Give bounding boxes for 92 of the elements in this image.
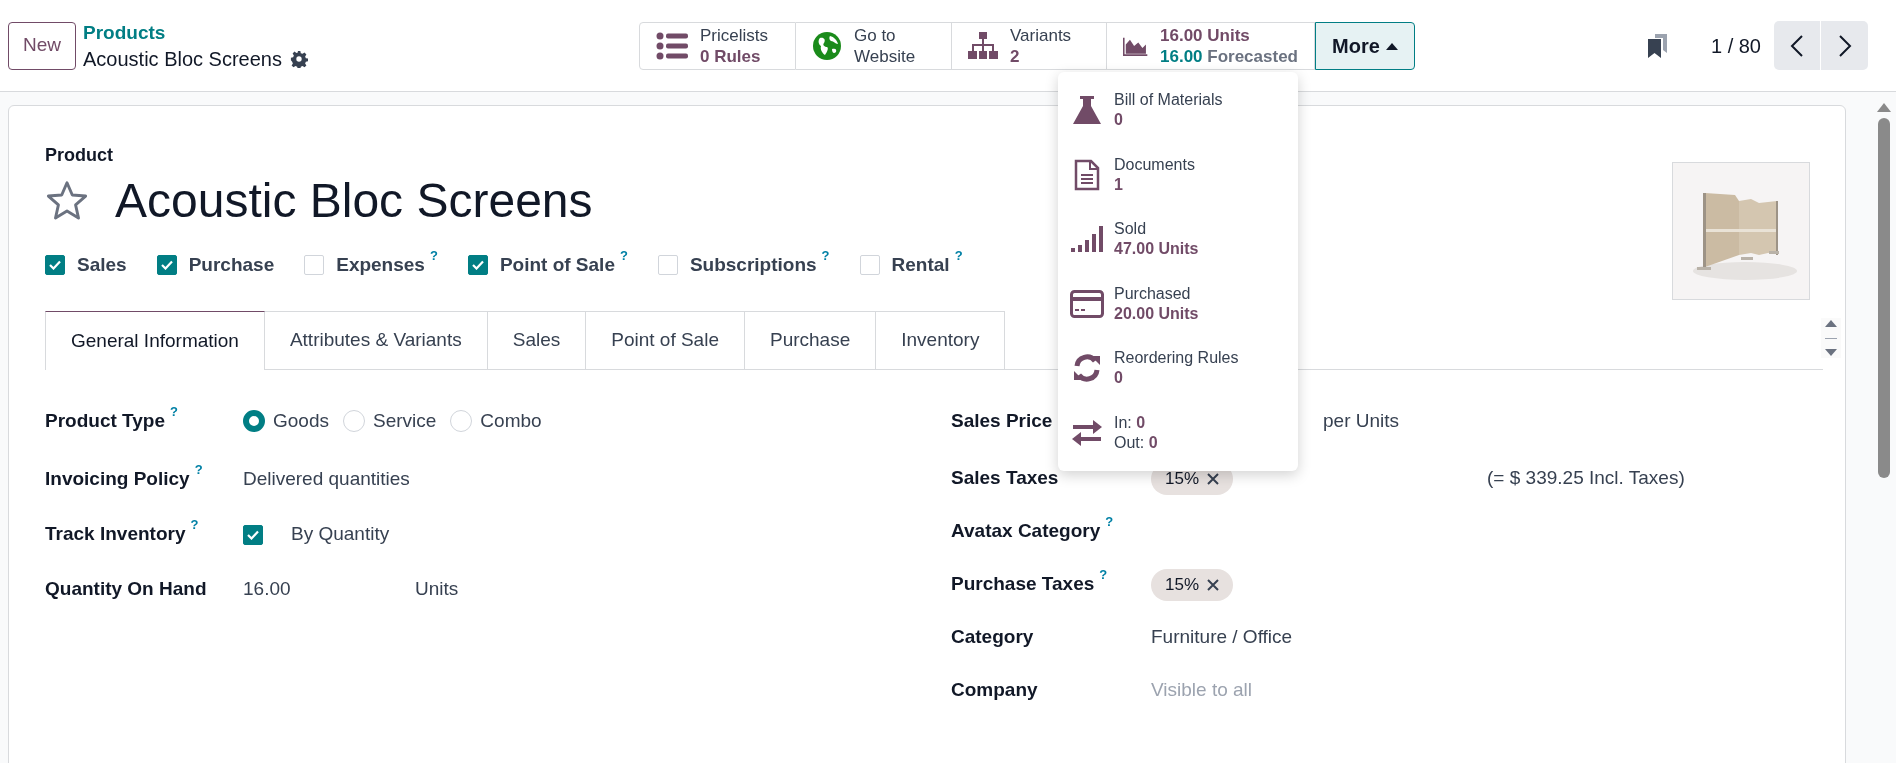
help-icon[interactable]: ? [170, 404, 178, 418]
record-title: Acoustic Bloc Screens [83, 46, 282, 72]
checkbox-label[interactable]: Sales [77, 251, 127, 280]
tab[interactable]: Purchase [745, 311, 877, 369]
previous-button[interactable] [1774, 21, 1821, 70]
checkmark-icon [471, 260, 484, 271]
signal-bars-icon [1071, 225, 1103, 254]
menu-item[interactable]: Bill of Materials 0 [1058, 78, 1298, 143]
checkbox[interactable] [45, 255, 65, 276]
pager-counter: 1 / 80 [1710, 33, 1761, 59]
bookmark-icon [1646, 32, 1669, 59]
more-button[interactable]: More [1315, 21, 1415, 70]
caret-icon [1385, 41, 1398, 50]
tax-note: (= $ 339.25 Incl. Taxes) [1487, 466, 1685, 491]
remove-icon[interactable] [1207, 578, 1220, 591]
checkbox-label[interactable]: Expenses [336, 251, 425, 280]
field-label: Invoicing Policy [45, 467, 190, 492]
help-icon[interactable]: ? [1105, 515, 1114, 529]
tab-scroller[interactable] [1821, 318, 1841, 358]
next-button[interactable] [1821, 21, 1868, 70]
refresh-icon [1072, 353, 1102, 384]
field-label: Avatax Category [951, 519, 1101, 544]
new-button[interactable]: New [8, 21, 76, 70]
field-label: Product [45, 144, 114, 167]
input-field[interactable]: 16.00 [243, 575, 403, 604]
menu-item[interactable]: Reordering Rules 0 [1058, 336, 1298, 401]
scroll-up-icon [1877, 102, 1891, 112]
field-label: Company [951, 678, 1038, 703]
checkbox-label[interactable]: By Quantity [291, 520, 390, 549]
help-icon[interactable]: ? [619, 249, 628, 262]
list-icon [656, 31, 688, 60]
radio-label[interactable]: Goods [273, 406, 329, 436]
scroll-up-icon[interactable] [1824, 318, 1838, 328]
field-label: Category [951, 625, 1034, 650]
star-icon[interactable] [45, 180, 89, 222]
tab[interactable]: Inventory [876, 311, 1006, 369]
checkmark-icon [49, 260, 61, 271]
tab[interactable]: General Information [45, 311, 265, 370]
field-label: Quantity On Hand [45, 577, 207, 602]
help-icon[interactable]: ? [194, 463, 203, 477]
radio-label[interactable]: Combo [480, 406, 542, 436]
field-value[interactable]: Furniture / Office [1151, 623, 1293, 652]
checkbox-label[interactable]: Rental [891, 251, 950, 280]
stat-button[interactable]: Go to Website [796, 21, 952, 70]
field-label: Sales Price [951, 408, 1053, 433]
chevron-right-icon [1837, 34, 1852, 57]
tab[interactable]: Sales [487, 311, 587, 369]
chevron-left-icon [1790, 34, 1804, 57]
settings-icon [290, 49, 308, 68]
field-label: Purchase Taxes [951, 572, 1095, 597]
field-value[interactable]: Delivered quantities [243, 465, 410, 494]
field-label: Track Inventory [45, 522, 186, 547]
help-icon[interactable]: ? [821, 249, 830, 262]
document-icon [1074, 158, 1100, 191]
stat-button[interactable]: Pricelists 0 Rules [639, 21, 796, 70]
checkmark-icon [247, 529, 259, 540]
menu-item[interactable]: In: 0 Out: 0 [1058, 400, 1298, 465]
help-icon[interactable]: ? [429, 249, 438, 262]
product-name: Acoustic Bloc Screens [115, 173, 593, 229]
credit-card-icon [1070, 289, 1104, 318]
hierarchy-icon [968, 31, 998, 60]
checkbox[interactable] [156, 255, 177, 276]
field-label: Sales Taxes [951, 466, 1059, 491]
help-icon[interactable]: ? [190, 518, 199, 532]
checkbox-label[interactable]: Point of Sale [499, 251, 615, 280]
help-icon[interactable]: ? [954, 249, 963, 262]
checkbox-label[interactable]: Purchase [188, 251, 275, 280]
scrollbar-thumb[interactable] [1878, 118, 1890, 478]
radio-label[interactable]: Service [373, 406, 437, 436]
help-icon[interactable]: ? [1099, 568, 1108, 582]
stat-button[interactable]: Variants 2 [952, 21, 1107, 70]
transfer-arrows-icon [1071, 419, 1103, 446]
scroll-down-icon[interactable] [1824, 348, 1838, 358]
menu-item[interactable]: Purchased 20.00 Units [1058, 271, 1298, 336]
breadcrumb-link[interactable]: Products [83, 19, 308, 46]
tab[interactable]: Point of Sale [586, 311, 745, 369]
flask-icon [1072, 94, 1102, 127]
checkbox[interactable] [467, 255, 488, 276]
tax-tag: 15% [1151, 568, 1234, 601]
globe-icon [812, 30, 842, 61]
menu-item[interactable]: Sold 47.00 Units [1058, 207, 1298, 272]
stat-button[interactable]: 16.00 Units 16.00 Forecasted [1107, 21, 1315, 70]
menu-item[interactable]: Documents 1 [1058, 142, 1298, 207]
checkbox[interactable] [243, 524, 263, 545]
field-label: Product Type [45, 408, 165, 433]
checkbox-label[interactable]: Subscriptions [689, 251, 817, 280]
unit-label: Units [415, 577, 459, 602]
radio-button[interactable] [243, 410, 265, 432]
unit-label: per Units [1323, 408, 1400, 433]
checkmark-icon [160, 260, 173, 271]
remove-icon[interactable] [1207, 472, 1220, 485]
tab[interactable]: Attributes & Variants [264, 311, 488, 369]
